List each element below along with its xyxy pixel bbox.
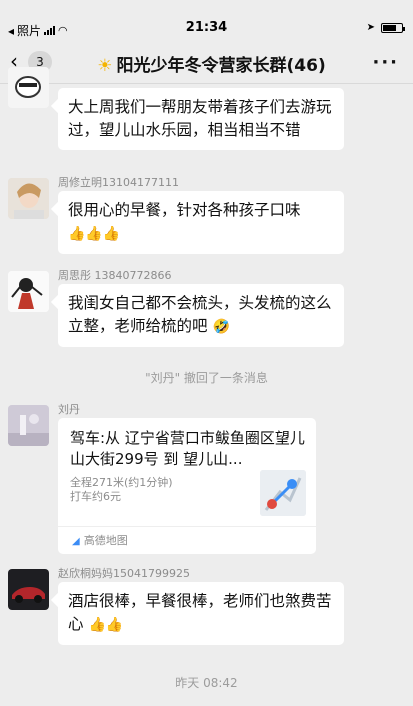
status-right: ➤ — [366, 22, 405, 33]
avatar[interactable] — [8, 67, 49, 108]
message-bubble[interactable]: 我闺女自己都不会梳头，头发梳的这么立整，老师给梳的吧 🤣 — [58, 284, 344, 347]
sender-name: 刘丹 — [58, 403, 80, 416]
battery-icon — [381, 22, 405, 33]
message-text: 我闺女自己都不会梳头，头发梳的这么立整，老师给梳的吧 — [68, 294, 332, 335]
sender-name: 周思彤 13840772866 — [58, 269, 172, 282]
emoji-text: 👍👍👍 — [68, 226, 121, 242]
map-source: ◢ 高德地图 — [58, 526, 316, 554]
message-text: 大上周我们一帮朋友带着孩子们去游玩过，望儿山水乐园，相当相当不错 — [68, 98, 332, 139]
chat-title-text: 阳光少年冬令营家长群(46) — [116, 56, 326, 76]
route-details: 全程271米(约1分钟) 打车约6元 — [70, 476, 173, 504]
emoji-text: 🤣 — [212, 319, 230, 335]
message-text: 很用心的早餐，针对各种孩子口味 — [68, 201, 301, 219]
location-arrow-icon: ➤ — [366, 22, 375, 33]
map-source-label: 高德地图 — [83, 534, 128, 547]
avatar[interactable] — [8, 271, 49, 312]
status-bar: ◂ 照片 ◠ 21:34 ➤ — [0, 0, 413, 40]
location-card[interactable]: 驾车:从 辽宁省营口市鲅鱼圈区望儿山大街299号 到 望儿山... 全程271米… — [58, 418, 316, 554]
route-distance: 全程271米(约1分钟) — [70, 476, 173, 489]
status-time: 21:34 — [185, 20, 228, 35]
sender-name: 周修立明13104177111 — [58, 176, 179, 189]
emoji-text: 👍👍 — [88, 617, 124, 633]
time-divider: 昨天 08:42 — [175, 676, 238, 690]
sun-icon: ☀ — [97, 56, 113, 76]
chat-area[interactable]: 大上周我们一帮朋友带着孩子们去游玩过，望儿山水乐园，相当相当不错 周修立明131… — [0, 67, 413, 706]
chat-header: ‹ 3 ☀ 阳光少年冬令营家长群(46) ··· — [0, 40, 413, 84]
amap-icon: ◢ — [72, 536, 80, 547]
more-options-icon[interactable]: ··· — [372, 52, 399, 73]
message-bubble[interactable]: 酒店很棒，早餐很棒，老师们也煞费苦心 👍👍 — [58, 582, 344, 645]
recall-notice: "刘丹" 撤回了一条消息 — [145, 371, 268, 385]
avatar[interactable] — [8, 569, 49, 610]
message-bubble[interactable]: 很用心的早餐，针对各种孩子口味 👍👍👍 — [58, 191, 344, 254]
route-map-thumbnail — [260, 470, 306, 516]
avatar[interactable] — [8, 405, 49, 446]
route-title: 驾车:从 辽宁省营口市鲅鱼圈区望儿山大街299号 到 望儿山... — [70, 429, 305, 468]
sender-name: 赵欣桐妈妈15041799925 — [58, 567, 190, 580]
avatar[interactable] — [8, 178, 49, 219]
route-fare: 打车约6元 — [70, 490, 121, 503]
message-bubble[interactable]: 大上周我们一帮朋友带着孩子们去游玩过，望儿山水乐园，相当相当不错 — [58, 88, 344, 150]
chat-title: ☀ 阳光少年冬令营家长群(46) — [70, 51, 353, 76]
